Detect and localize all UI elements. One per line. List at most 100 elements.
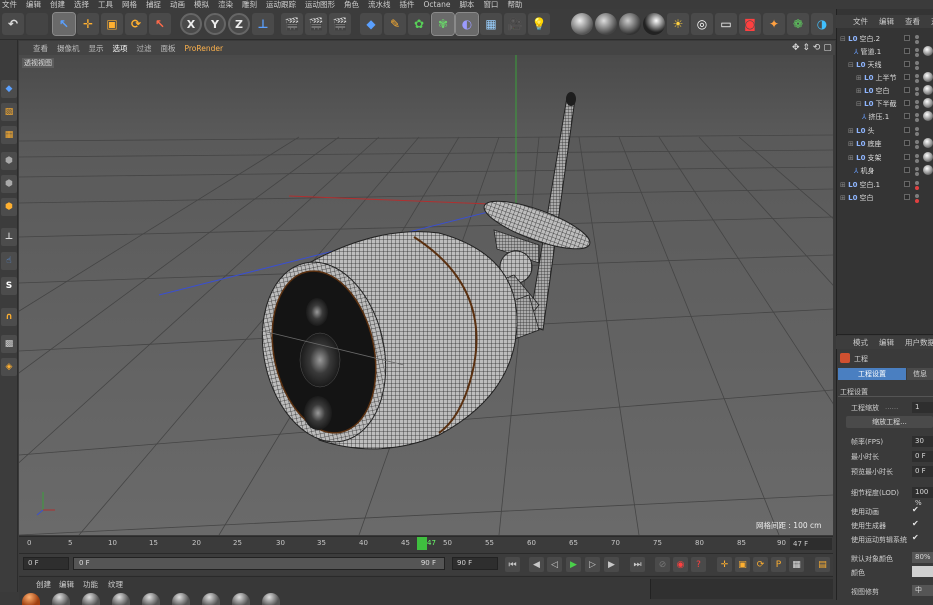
object-row[interactable]: ⊞ L0 上半节 [837,71,933,84]
rotate-tool-icon[interactable]: ⟳ [125,13,147,35]
menu-script[interactable]: 脚本 [459,0,474,9]
color-swatch[interactable] [912,566,933,577]
attribute-menu-userdata[interactable]: 用户数据 [905,337,933,348]
axis-mode-icon[interactable]: ⊥ [1,228,17,246]
use-animation-checkbox[interactable]: ✔ [912,505,919,514]
polygons-mode-icon[interactable]: ⬢ [1,198,17,216]
menu-mesh[interactable]: 网格 [122,0,137,9]
render-picture-viewer-icon[interactable]: 🎬 [305,13,327,35]
octane-live-viewer-icon[interactable]: ◑ [811,13,833,35]
material-menu-function[interactable]: 功能 [83,579,98,590]
render-visibility-dot[interactable] [915,118,919,122]
workplane-icon[interactable]: ▦ [1,126,17,144]
undo-icon[interactable]: ↶ [2,13,24,35]
menu-create[interactable]: 创建 [50,0,65,9]
material-swatch[interactable] [112,593,130,605]
object-row[interactable]: ⊞ L0 支架 [837,151,933,164]
editor-visibility-dot[interactable] [915,48,919,52]
material-swatch[interactable] [262,593,280,605]
menu-window[interactable]: 窗口 [483,0,498,9]
start-frame-field[interactable]: 0 F [23,557,69,570]
array-icon[interactable]: ✾ [431,12,455,36]
key-pla-icon[interactable]: ▦ [789,557,804,572]
go-to-start-icon[interactable]: ⏮ [505,557,520,572]
menu-help[interactable]: 帮助 [507,0,522,9]
material-menu-texture[interactable]: 纹理 [108,579,123,590]
material-tag-icon[interactable] [923,138,933,148]
layer-checkbox[interactable] [904,113,910,119]
render-visibility-dot[interactable] [915,79,919,83]
editor-visibility-dot[interactable] [915,100,919,104]
magnet-icon[interactable]: ∩ [1,308,17,326]
render-visibility-dot[interactable] [915,145,919,149]
min-time-field[interactable]: 0 F [912,451,933,462]
layer-checkbox[interactable] [904,61,910,67]
autokey-icon[interactable]: ◉ [673,557,688,572]
lod-field[interactable]: 100 % [912,487,933,507]
deformer-icon[interactable]: ◐ [455,12,479,36]
timeline-window-icon[interactable]: ▤ [815,557,830,572]
material-tag-icon[interactable] [923,85,933,95]
perspective-viewport[interactable] [19,55,833,535]
cube-icon[interactable]: ◆ [360,13,382,35]
target-icon[interactable]: ◎ [691,13,713,35]
quantize-icon[interactable]: ◈ [1,358,17,376]
use-motion-system-checkbox[interactable]: ✔ [912,533,919,542]
preview-min-time-field[interactable]: 0 F [912,466,933,477]
render-visibility-dot[interactable] [915,199,919,203]
octane-tag-icon[interactable]: ✦ [763,13,785,35]
render-visibility-dot[interactable] [915,92,919,96]
viewport-menu-view[interactable]: 查看 [33,43,48,54]
use-generators-checkbox[interactable]: ✔ [912,519,919,528]
next-key-icon[interactable]: ▶ [604,557,619,572]
make-editable-icon[interactable]: ◆ [1,80,17,98]
menu-select[interactable]: 选择 [74,0,89,9]
editor-visibility-dot[interactable] [915,140,919,144]
end-frame-field[interactable]: 90 F [452,557,498,570]
pen-icon[interactable]: ✎ [384,13,406,35]
object-row[interactable]: ⊞ L0 空白.1 [837,178,933,191]
material-tag-icon[interactable] [923,72,933,82]
edges-mode-icon[interactable]: ⬢ [1,175,17,193]
layer-checkbox[interactable] [904,87,910,93]
menu-motion-tracking[interactable]: 运动跟踪 [266,0,296,9]
keyframe-selection-icon[interactable]: ? [691,557,706,572]
octane-sphere-icon[interactable] [571,13,593,35]
scale-tool-icon[interactable]: ▣ [101,13,123,35]
render-visibility-dot[interactable] [915,40,919,44]
layer-checkbox[interactable] [904,100,910,106]
material-swatch[interactable] [22,593,40,605]
viewport-menu-filter[interactable]: 过滤 [137,43,152,54]
play-icon[interactable]: ▶ [566,557,581,572]
object-row[interactable]: ⊞ L0 空白 [837,191,933,204]
layer-checkbox[interactable] [904,74,910,80]
viewport-menu-display[interactable]: 显示 [89,43,104,54]
layer-checkbox[interactable] [904,181,910,187]
octane-settings-icon[interactable]: ❁ [787,13,809,35]
material-swatch[interactable] [142,593,160,605]
material-swatch[interactable] [172,593,190,605]
go-to-end-icon[interactable]: ⏭ [630,557,645,572]
key-position-icon[interactable]: ✛ [717,557,732,572]
menu-file[interactable]: 文件 [2,0,17,9]
coordinate-system-icon[interactable]: ⊥ [252,13,274,35]
material-swatch[interactable] [232,593,250,605]
editor-visibility-dot[interactable] [915,61,919,65]
recent-tool-icon[interactable]: ↖ [149,13,171,35]
menu-render[interactable]: 渲染 [218,0,233,9]
camera-icon[interactable]: 🎥 [504,13,526,35]
x-axis-lock-button[interactable]: X [180,13,202,35]
select-tool-icon[interactable]: ↖ [52,12,76,36]
editor-visibility-dot[interactable] [915,181,919,185]
octane-specular-icon[interactable] [643,13,665,35]
next-frame-icon[interactable]: ▷ [585,557,600,572]
default-object-color-dropdown[interactable]: 80% [912,552,933,563]
material-swatch[interactable] [52,593,70,605]
menu-character[interactable]: 角色 [344,0,359,9]
render-settings-icon[interactable]: 🎬 [329,13,351,35]
area-light-icon[interactable]: ▭ [715,13,737,35]
render-visibility-dot[interactable] [915,66,919,70]
prev-key-icon[interactable]: ◀ [529,557,544,572]
object-row[interactable]: ⊞ L0 头 [837,124,933,137]
key-rotation-icon[interactable]: ⟳ [753,557,768,572]
